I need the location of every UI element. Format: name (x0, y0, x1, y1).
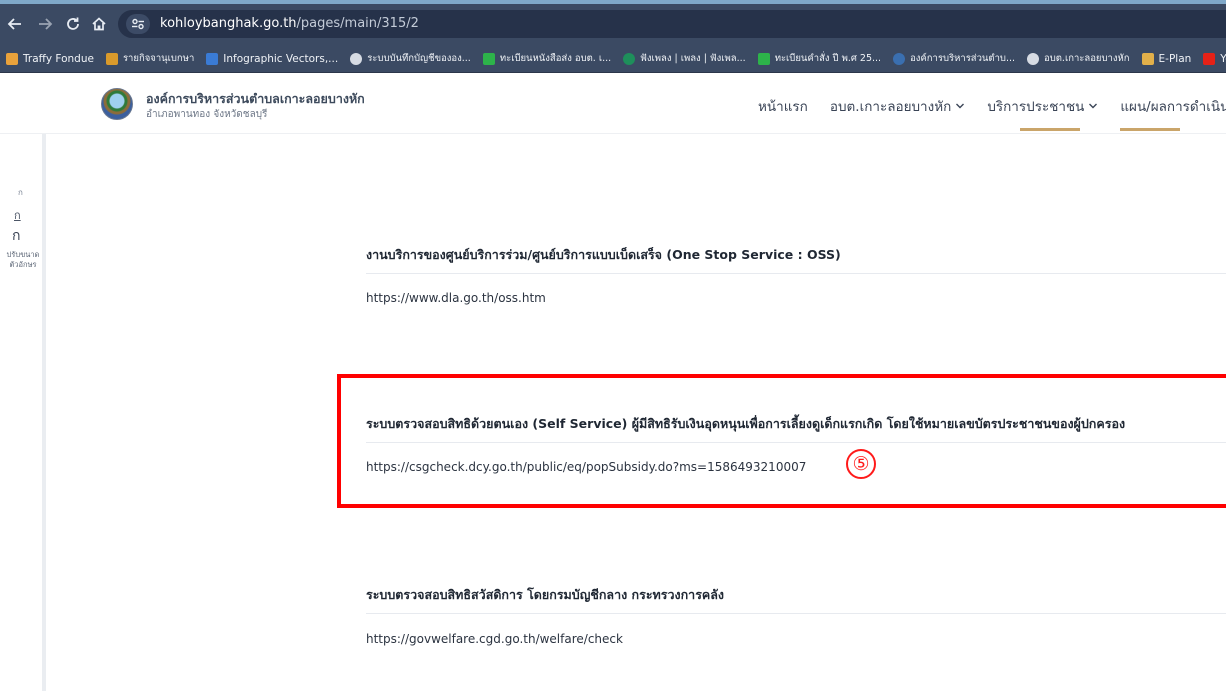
bookmark-item[interactable]: Traffy Fondue (6, 52, 94, 65)
nav-item-label: หน้าแรก (758, 99, 808, 115)
reload-icon (67, 17, 79, 30)
header-decoration (1020, 128, 1080, 131)
browser-window: kohloybanghak.go.th/pages/main/315/2 Tra… (0, 0, 1226, 691)
bookmark-item[interactable]: รายกิจจานุเบกษา (105, 51, 195, 66)
bookmark-item[interactable]: E-Plan (1141, 52, 1192, 65)
header-decoration (1120, 128, 1180, 131)
section-link-oss[interactable]: https://www.dla.go.th/oss.htm (366, 291, 546, 305)
chevron-down-icon (1088, 98, 1098, 114)
section-title-oss: งานบริการของศูนย์บริการร่วม/ศูนย์บริการแ… (366, 247, 841, 262)
cross-icon (482, 52, 495, 65)
bookmark-label: รายกิจจานุเบกษา (122, 53, 195, 64)
star-icon (206, 52, 219, 65)
site-header: องค์การบริหารส่วนตำบลเกาะลอยบางหัก อำเภอ… (0, 73, 1226, 134)
url-host: kohloybanghak.go.th (160, 16, 297, 31)
tune-icon (132, 18, 144, 30)
music-icon (623, 52, 636, 65)
divider (366, 613, 1226, 614)
nav-item-services[interactable]: บริการประชาชน (987, 95, 1098, 117)
bookmark-item[interactable]: อบต.เกาะลอยบางหัก (1027, 51, 1130, 66)
nav-item-label: แผน/ผลการดำเนินการ (1120, 99, 1226, 115)
font-size-small-button[interactable]: ก (18, 186, 23, 199)
main-nav: หน้าแรก อบต.เกาะลอยบางหัก บริการประชาชน … (758, 95, 1226, 117)
home-button[interactable] (88, 13, 110, 35)
address-bar[interactable]: kohloybanghak.go.th/pages/main/315/2 (118, 10, 1226, 38)
home-icon (92, 17, 106, 31)
nav-item-plans[interactable]: แผน/ผลการดำเนินการ (1120, 95, 1226, 117)
font-size-label: ปรับขนาดตัวอักษร (6, 250, 40, 269)
browser-toolbar: kohloybanghak.go.th/pages/main/315/2 (0, 0, 1226, 45)
bookmark-label: ฟังเพลง | เพลง | ฟังเพล... (640, 53, 746, 64)
traffy-icon (6, 52, 18, 65)
back-button[interactable] (4, 13, 26, 35)
back-arrow-icon (7, 18, 21, 30)
org-logo[interactable] (101, 88, 133, 120)
nav-item-label: บริการประชาชน (987, 99, 1085, 115)
bookmark-label: Traffy Fondue (23, 52, 94, 65)
highlight-annotation-box (337, 374, 1226, 508)
bookmark-item[interactable]: องค์การบริหารส่วนตำบ... (893, 51, 1015, 66)
org-name[interactable]: องค์การบริหารส่วนตำบลเกาะลอยบางหัก (146, 89, 365, 109)
gazette-icon (105, 52, 118, 65)
bookmark-label: YouTube (1220, 52, 1226, 65)
bookmarks-bar: Traffy Fondue รายกิจจานุเบกษา Infographic … (0, 45, 1226, 73)
org-subtitle: อำเภอพานทอง จังหวัดชลบุรี (146, 109, 268, 120)
nav-item-about[interactable]: อบต.เกาะลอยบางหัก (830, 95, 965, 117)
youtube-icon (1203, 52, 1216, 65)
bookmark-item[interactable]: ระบบบันทึกบัญชีขององ... (350, 51, 471, 66)
globe-icon (1027, 52, 1040, 65)
section-link-welfare[interactable]: https://govwelfare.cgd.go.th/welfare/che… (366, 632, 623, 646)
globe-icon (350, 52, 363, 65)
font-size-medium-button[interactable]: ก (14, 206, 21, 224)
chevron-down-icon (955, 98, 965, 114)
url-path: /pages/main/315/2 (296, 16, 419, 31)
cross-icon (757, 52, 770, 65)
reload-button[interactable] (62, 13, 84, 35)
bookmark-label: ระบบบันทึกบัญชีขององ... (367, 53, 471, 64)
bookmark-label: อบต.เกาะลอยบางหัก (1044, 53, 1130, 64)
forward-button[interactable] (34, 13, 56, 35)
bookmark-item[interactable]: Infographic Vectors,... (206, 52, 339, 65)
bookmark-label: Infographic Vectors,... (223, 52, 339, 65)
bookmark-item[interactable]: ฟังเพลง | เพลง | ฟังเพล... (623, 51, 746, 66)
bookmark-item[interactable]: ทะเบียนหนังสือส่ง อบต. เ... (482, 51, 612, 66)
bookmark-label: องค์การบริหารส่วนตำบ... (910, 53, 1016, 64)
accessibility-sidebar (0, 134, 46, 691)
seal-icon (893, 52, 906, 65)
bookmark-item[interactable]: YouTube (1203, 52, 1226, 65)
site-info-button[interactable] (126, 14, 150, 34)
url-text[interactable]: kohloybanghak.go.th/pages/main/315/2 (160, 16, 419, 31)
nav-item-label: อบต.เกาะลอยบางหัก (829, 99, 952, 115)
bookmark-label: ทะเบียนคำสั่ง ปี พ.ศ 25... (774, 53, 882, 64)
forward-arrow-icon (39, 18, 53, 30)
bookmark-item[interactable]: ทะเบียนคำสั่ง ปี พ.ศ 25... (757, 51, 882, 66)
font-size-large-button[interactable]: ก (12, 225, 20, 247)
step-marker: ⑤ (846, 449, 876, 479)
bookmark-label: ทะเบียนหนังสือส่ง อบต. เ... (499, 53, 612, 64)
section-title-welfare: ระบบตรวจสอบสิทธิสวัสดิการ โดยกรมบัญชีกลา… (366, 587, 725, 602)
divider (366, 273, 1226, 274)
eplan-icon (1141, 52, 1154, 65)
bookmark-label: E-Plan (1158, 52, 1192, 65)
nav-item-home[interactable]: หน้าแรก (758, 95, 808, 117)
